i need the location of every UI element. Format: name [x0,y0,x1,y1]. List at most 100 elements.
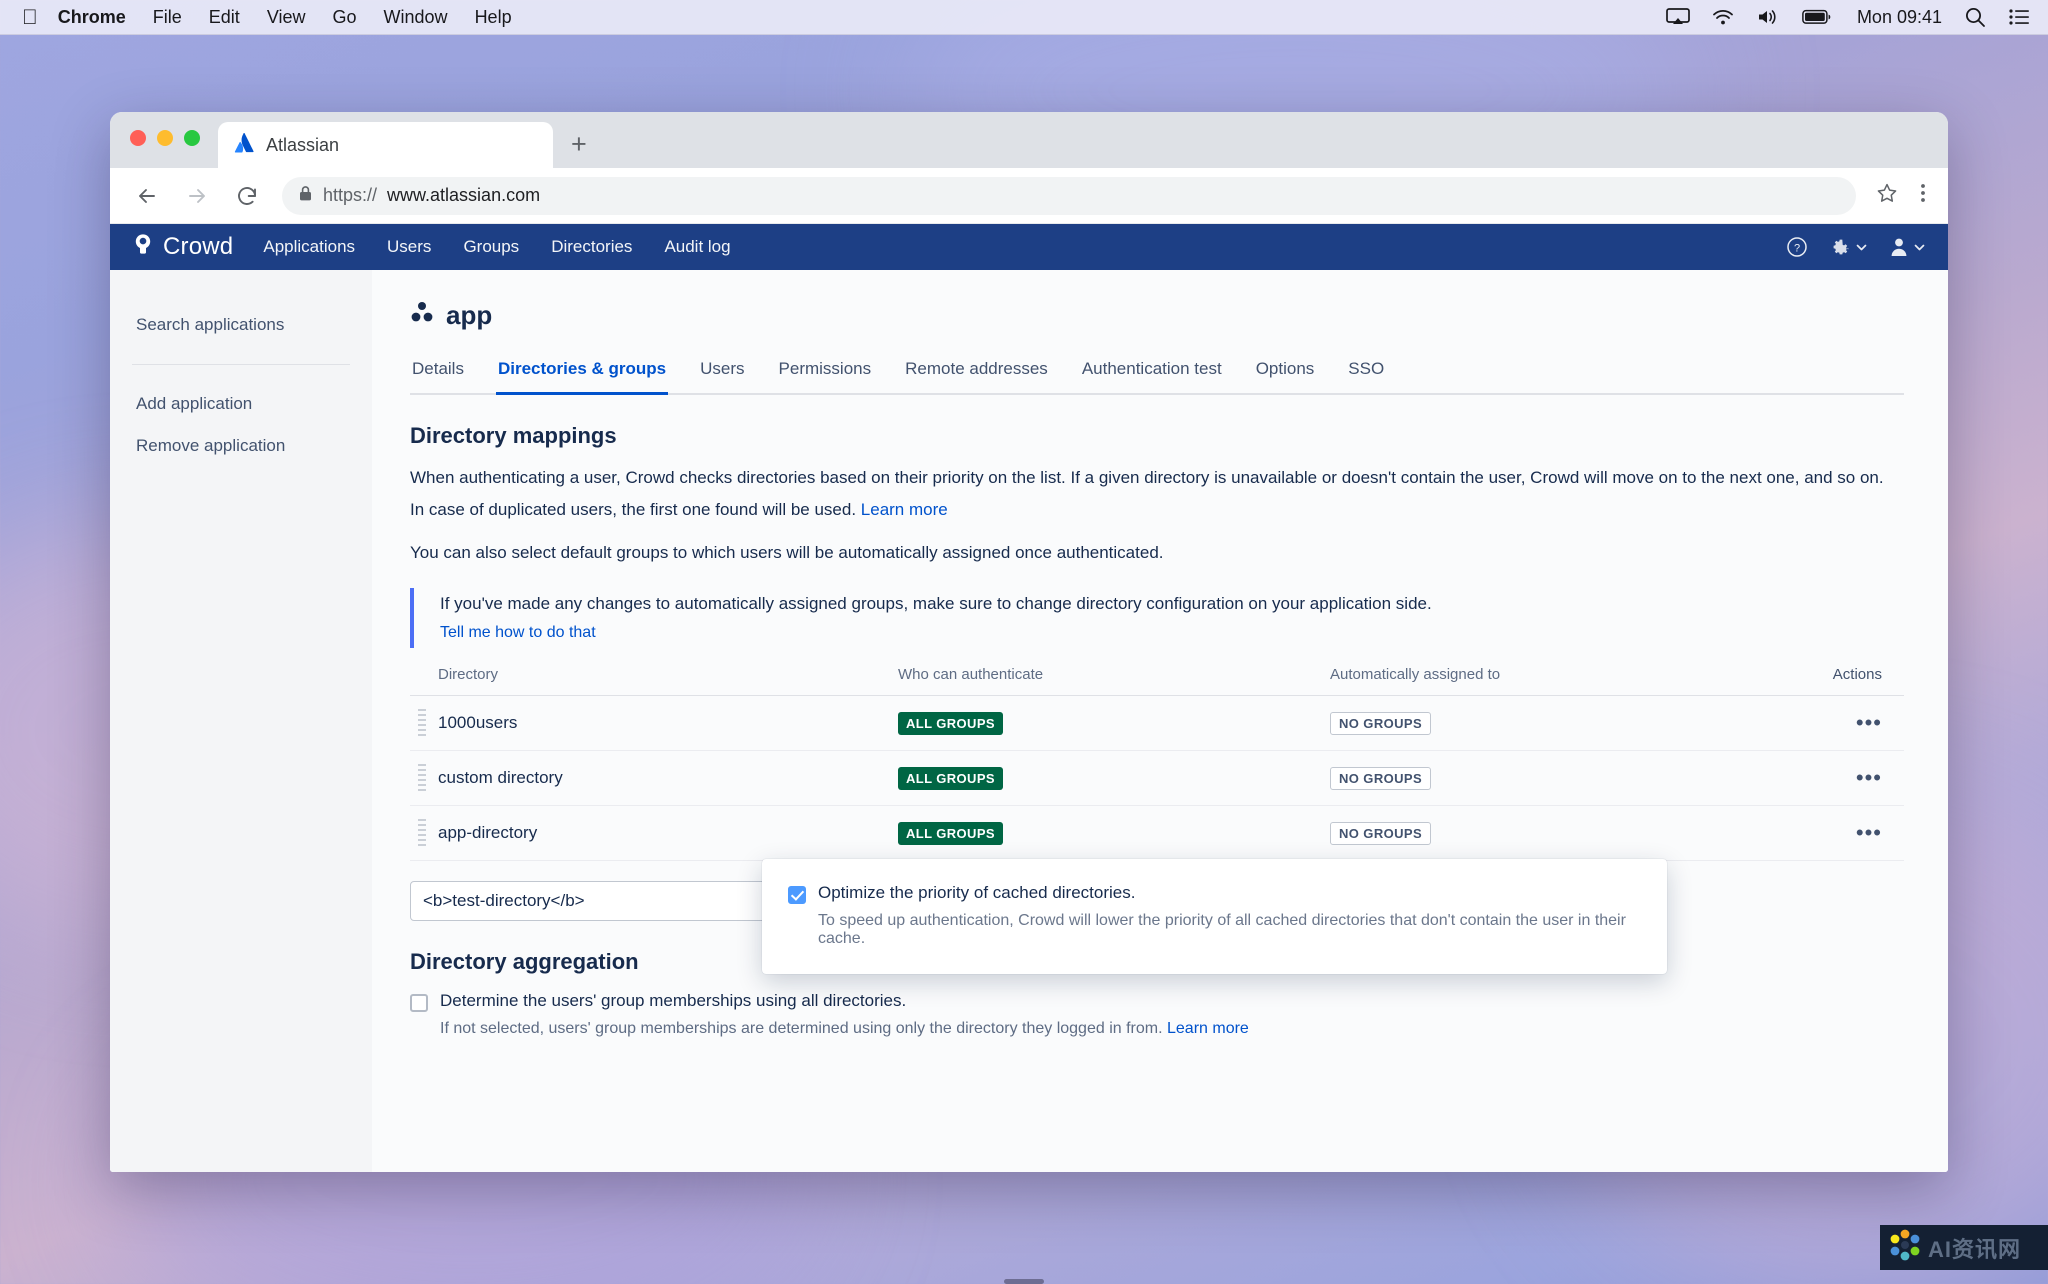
tab-users[interactable]: Users [698,353,746,393]
cell-assigned-to: NO GROUPS [1330,821,1812,845]
status-badge-all-groups: ALL GROUPS [898,821,1003,845]
tab-permissions[interactable]: Permissions [777,353,874,393]
row-actions-button[interactable]: ••• [1812,765,1882,791]
browser-tab-atlassian[interactable]: Atlassian [218,122,553,168]
table-row[interactable]: app-directory ALL GROUPS NO GROUPS ••• [410,806,1904,862]
browser-tab-strip: Atlassian + [110,112,1948,168]
browser-window: Atlassian + https:// www.atlassian.com C… [110,112,1948,1172]
nav-link-users[interactable]: Users [387,237,431,257]
page-title-text: app [446,300,493,330]
watermark-flower-icon [1888,1228,1922,1267]
tell-me-how-link[interactable]: Tell me how to do that [440,624,1904,642]
callout-text: If you've made any changes to automatica… [440,594,1432,614]
aggregation-checkbox[interactable] [410,994,428,1013]
tab-directories-and-groups[interactable]: Directories & groups [495,353,669,395]
minimize-window-button[interactable] [157,130,173,146]
drag-handle-icon[interactable] [418,709,426,738]
forward-button[interactable] [182,181,212,211]
cell-directory-name: 1000users [438,713,518,733]
gear-icon[interactable] [1830,237,1868,257]
reload-button[interactable] [232,181,262,211]
menu-item-help[interactable]: Help [475,7,512,28]
browser-toolbar: https:// www.atlassian.com [110,168,1948,224]
table-row[interactable]: 1000users ALL GROUPS NO GROUPS ••• [410,696,1904,752]
back-button[interactable] [132,181,162,211]
status-badge-no-groups: NO GROUPS [1330,711,1432,735]
sidebar-divider [132,364,350,365]
aggregation-learn-more-link[interactable]: Learn more [1167,1020,1249,1037]
menu-item-chrome[interactable]: Chrome [58,7,126,28]
nav-link-groups[interactable]: Groups [463,237,519,257]
airplay-icon[interactable] [1666,8,1690,26]
apple-logo-icon[interactable]:  [22,7,38,28]
menu-item-file[interactable]: File [153,7,182,28]
volume-icon[interactable] [1756,8,1780,26]
nav-link-directories[interactable]: Directories [551,237,632,257]
row-actions-button[interactable]: ••• [1812,710,1882,736]
browser-menu-icon[interactable] [1920,182,1926,210]
drag-handle-icon[interactable] [418,764,426,793]
tab-remote-addresses[interactable]: Remote addresses [903,353,1050,393]
column-header-directory: Directory [438,666,499,684]
maximize-window-button[interactable] [184,130,200,146]
aggregation-checkbox-row[interactable]: Determine the users' group memberships u… [410,991,1904,1013]
cell-directory-name: custom directory [438,768,563,788]
user-avatar-icon[interactable] [1890,237,1926,257]
page-tabs: Details Directories & groups Users Permi… [410,353,1904,395]
table-header-row: Directory Who can authenticate Automatic… [410,666,1904,697]
menu-item-view[interactable]: View [267,7,306,28]
sidebar-item-search-applications[interactable]: Search applications [110,304,372,346]
tab-authentication-test[interactable]: Authentication test [1080,353,1224,393]
menu-item-edit[interactable]: Edit [209,7,240,28]
dock-indicator [1004,1279,1044,1284]
status-badge-no-groups: NO GROUPS [1330,766,1432,790]
sidebar-item-add-application[interactable]: Add application [110,383,372,425]
column-header-who-can-authenticate: Who can authenticate [898,666,1044,684]
crowd-logo-text: Crowd [163,233,234,260]
optimize-checkbox[interactable] [788,886,806,904]
svg-text:?: ? [1794,242,1800,254]
window-traffic-lights [130,130,200,146]
menu-item-go[interactable]: Go [333,7,357,28]
sidebar: Search applications Add application Remo… [110,270,372,1172]
chevron-down-icon [1856,244,1867,250]
table-row[interactable]: custom directory ALL GROUPS NO GROUPS ••… [410,751,1904,807]
tab-sso[interactable]: SSO [1346,353,1386,393]
app-cluster-icon [410,300,434,331]
sidebar-item-remove-application[interactable]: Remove application [110,425,372,467]
crowd-logo[interactable]: Crowd [132,233,233,262]
close-window-button[interactable] [130,130,146,146]
cell-directory-name: app-directory [438,823,538,843]
nav-link-audit-log[interactable]: Audit log [664,237,730,257]
cell-who-can-authenticate: ALL GROUPS [898,766,1330,790]
url-host: www.atlassian.com [387,185,541,205]
browser-toolbar-right [1876,182,1926,210]
drag-handle-icon[interactable] [418,819,426,848]
menu-item-window[interactable]: Window [384,7,448,28]
main-content: app Details Directories & groups Users P… [372,270,1948,1172]
control-center-icon[interactable] [2008,8,2030,26]
new-tab-button[interactable]: + [571,131,587,158]
menu-bar-clock[interactable]: Mon 09:41 [1857,7,1942,28]
browser-tab-title: Atlassian [266,134,340,155]
learn-more-link[interactable]: Learn more [861,500,948,519]
directory-select-value: <b>test-directory</b> [423,891,585,911]
tab-details[interactable]: Details [410,353,466,393]
app-body: Search applications Add application Remo… [110,270,1948,1172]
help-circle-icon[interactable]: ? [1786,236,1808,258]
battery-icon[interactable] [1802,9,1831,25]
wifi-icon[interactable] [1712,9,1734,26]
row-actions-button[interactable]: ••• [1812,820,1882,846]
optimize-checkbox-row[interactable]: Optimize the priority of cached director… [788,883,1641,904]
search-icon[interactable] [1964,6,1986,28]
lock-icon [298,185,313,207]
directory-mappings-heading: Directory mappings [410,423,617,448]
info-callout: If you've made any changes to automatica… [410,588,1904,649]
mappings-paragraph-2: You can also select default groups to wh… [410,542,1164,562]
mappings-paragraph-line2-text: In case of duplicated users, the first o… [410,500,857,520]
address-bar[interactable]: https:// www.atlassian.com [282,176,1856,215]
bookmark-star-icon[interactable] [1876,182,1898,210]
aggregation-checkbox-label: Determine the users' group memberships u… [440,991,907,1011]
tab-options[interactable]: Options [1254,353,1317,393]
nav-link-applications[interactable]: Applications [263,237,355,257]
